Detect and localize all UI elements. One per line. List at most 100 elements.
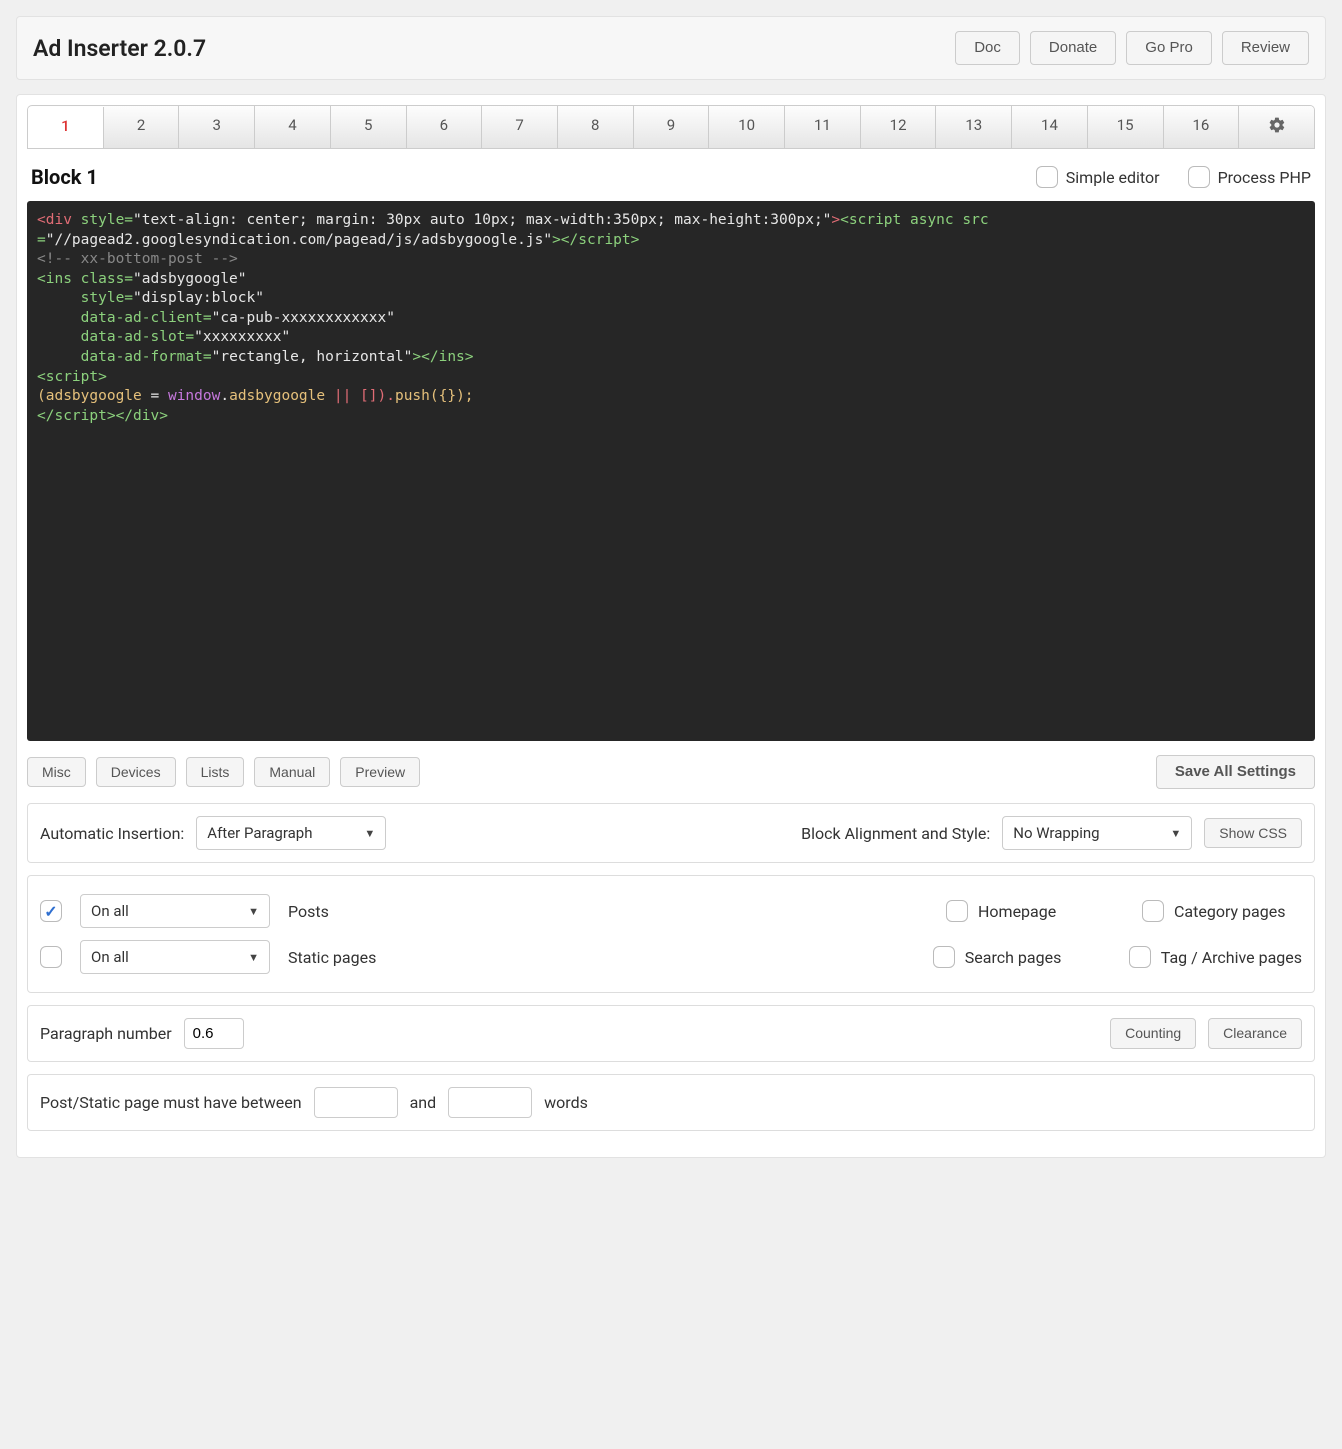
code-token: "text-align: center; margin: 30px auto 1…: [133, 212, 831, 228]
block-alignment-label: Block Alignment and Style:: [801, 824, 990, 843]
homepage-checkbox[interactable]: Homepage: [946, 900, 1106, 922]
automatic-insertion-select[interactable]: After Paragraph: [196, 816, 386, 850]
code-token: style=: [37, 290, 133, 306]
select-value: On all: [91, 948, 129, 966]
static-pages-scope-select[interactable]: On all: [80, 940, 270, 974]
checkbox-icon: [40, 946, 62, 968]
tab-14[interactable]: 14: [1012, 106, 1088, 148]
tab-10[interactable]: 10: [709, 106, 785, 148]
code-token: adsbygoogle: [229, 388, 325, 404]
search-pages-label: Search pages: [965, 948, 1062, 967]
posts-enable-checkbox[interactable]: [40, 900, 62, 922]
code-token: || []).: [325, 388, 395, 404]
paragraph-panel: Paragraph number Counting Clearance: [27, 1005, 1315, 1062]
lists-button[interactable]: Lists: [186, 757, 245, 788]
tab-1[interactable]: 1: [28, 107, 104, 149]
code-token: </script>: [37, 408, 116, 424]
code-token: =: [142, 388, 168, 404]
tab-2[interactable]: 2: [104, 106, 180, 148]
posts-label: Posts: [288, 902, 329, 921]
code-token: >: [831, 212, 840, 228]
tab-6[interactable]: 6: [407, 106, 483, 148]
tab-15[interactable]: 15: [1088, 106, 1164, 148]
static-pages-label: Static pages: [288, 948, 376, 967]
code-token: style=: [72, 212, 133, 228]
process-php-toggle[interactable]: Process PHP: [1188, 166, 1311, 188]
select-value: After Paragraph: [207, 824, 312, 842]
main-panel: 1 2 3 4 5 6 7 8 9 10 11 12 13 14 15 16 B…: [16, 94, 1326, 1158]
block-alignment-select[interactable]: No Wrapping: [1002, 816, 1192, 850]
clearance-button[interactable]: Clearance: [1208, 1018, 1302, 1049]
preview-button[interactable]: Preview: [340, 757, 420, 788]
code-token: <script>: [37, 369, 107, 385]
posts-scope-select[interactable]: On all: [80, 894, 270, 928]
header-buttons: Doc Donate Go Pro Review: [955, 31, 1309, 65]
checkbox-icon: [1036, 166, 1058, 188]
gear-icon: [1268, 116, 1286, 138]
show-css-button[interactable]: Show CSS: [1204, 818, 1302, 849]
code-token: push: [395, 388, 430, 404]
checkbox-icon: [40, 900, 62, 922]
gopro-button[interactable]: Go Pro: [1126, 31, 1212, 65]
code-token: (adsbygoogle: [37, 388, 142, 404]
misc-button[interactable]: Misc: [27, 757, 86, 788]
block-header-row: Block 1 Simple editor Process PHP: [27, 149, 1315, 201]
tab-13[interactable]: 13: [936, 106, 1012, 148]
insertion-panel: Automatic Insertion: After Paragraph Blo…: [27, 803, 1315, 863]
words-label-post: words: [544, 1093, 588, 1112]
tab-8[interactable]: 8: [558, 106, 634, 148]
paragraph-number-label: Paragraph number: [40, 1024, 172, 1043]
search-pages-checkbox[interactable]: Search pages: [933, 946, 1093, 968]
category-pages-checkbox[interactable]: Category pages: [1142, 900, 1302, 922]
words-max-input[interactable]: [448, 1087, 532, 1118]
code-token: ></ins>: [412, 349, 473, 365]
review-button[interactable]: Review: [1222, 31, 1309, 65]
doc-button[interactable]: Doc: [955, 31, 1020, 65]
select-value: No Wrapping: [1013, 824, 1099, 842]
code-token: "rectangle, horizontal": [212, 349, 413, 365]
code-token: <ins: [37, 271, 72, 287]
checkbox-icon: [1142, 900, 1164, 922]
tab-7[interactable]: 7: [482, 106, 558, 148]
tab-4[interactable]: 4: [255, 106, 331, 148]
manual-button[interactable]: Manual: [254, 757, 330, 788]
code-token: async src: [901, 212, 988, 228]
words-min-input[interactable]: [314, 1087, 398, 1118]
checkbox-icon: [946, 900, 968, 922]
checkbox-icon: [1129, 946, 1151, 968]
paragraph-number-input[interactable]: [184, 1018, 244, 1049]
pages-panel: On all Posts Homepage Category pages On …: [27, 875, 1315, 993]
editor-toggles: Simple editor Process PHP: [1036, 166, 1311, 188]
tab-5[interactable]: 5: [331, 106, 407, 148]
tab-16[interactable]: 16: [1164, 106, 1240, 148]
code-token: ({});: [430, 388, 474, 404]
save-all-button[interactable]: Save All Settings: [1156, 755, 1315, 789]
tab-12[interactable]: 12: [861, 106, 937, 148]
code-editor[interactable]: <div style="text-align: center; margin: …: [27, 201, 1315, 741]
code-token: "display:block": [133, 290, 264, 306]
devices-button[interactable]: Devices: [96, 757, 176, 788]
header-bar: Ad Inserter 2.0.7 Doc Donate Go Pro Revi…: [16, 16, 1326, 80]
tab-settings[interactable]: [1239, 106, 1314, 148]
code-token: data-ad-client=: [37, 310, 212, 326]
code-token: "ca-pub-xxxxxxxxxxxx": [212, 310, 395, 326]
code-token: <script: [840, 212, 901, 228]
donate-button[interactable]: Donate: [1030, 31, 1116, 65]
block-title: Block 1: [31, 165, 98, 189]
code-token: window: [168, 388, 220, 404]
tag-archive-pages-label: Tag / Archive pages: [1161, 948, 1302, 967]
tab-3[interactable]: 3: [179, 106, 255, 148]
checkbox-icon: [933, 946, 955, 968]
simple-editor-toggle[interactable]: Simple editor: [1036, 166, 1160, 188]
simple-editor-label: Simple editor: [1066, 168, 1160, 187]
words-label-pre: Post/Static page must have between: [40, 1093, 302, 1112]
tab-11[interactable]: 11: [785, 106, 861, 148]
static-pages-enable-checkbox[interactable]: [40, 946, 62, 968]
words-panel: Post/Static page must have between and w…: [27, 1074, 1315, 1131]
select-value: On all: [91, 902, 129, 920]
code-token: <div: [37, 212, 72, 228]
counting-button[interactable]: Counting: [1110, 1018, 1196, 1049]
code-token: ></script>: [552, 232, 639, 248]
tab-9[interactable]: 9: [634, 106, 710, 148]
tag-archive-pages-checkbox[interactable]: Tag / Archive pages: [1129, 946, 1302, 968]
